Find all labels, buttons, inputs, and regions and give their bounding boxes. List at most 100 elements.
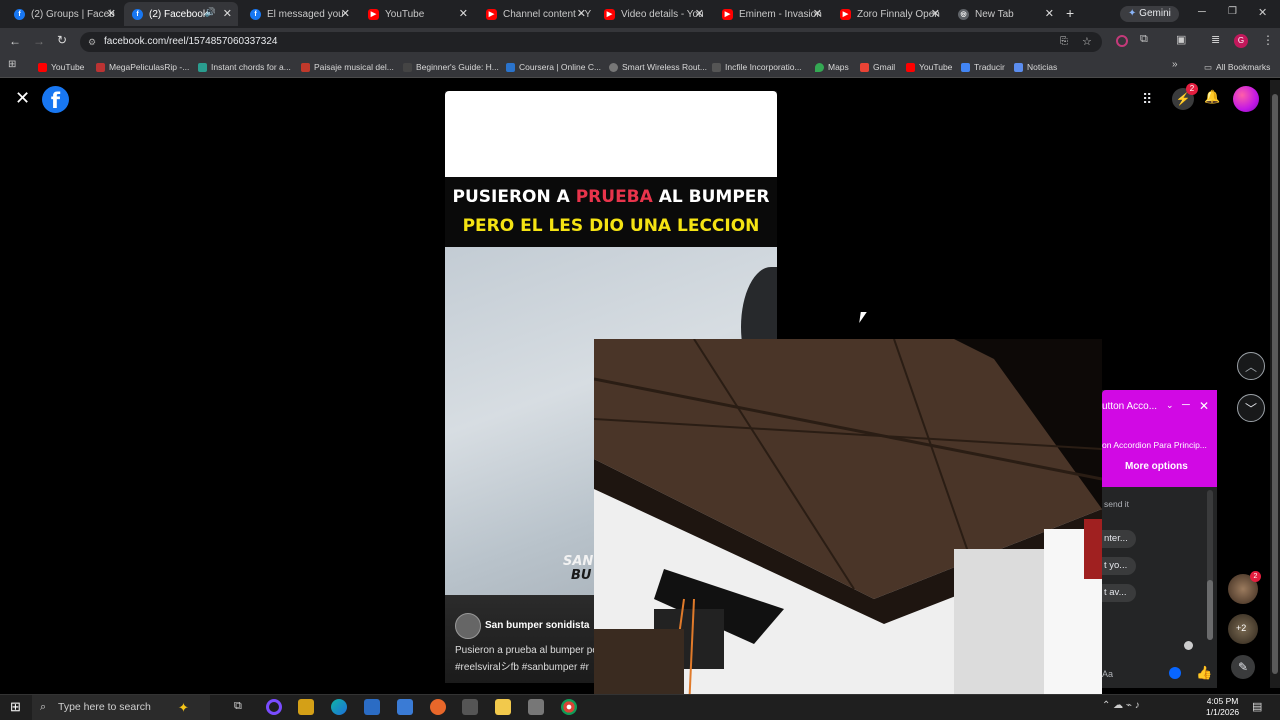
chat-title[interactable]: utton Acco...	[1102, 401, 1157, 412]
bell-icon[interactable]: 🔔	[1204, 89, 1220, 105]
bookmark-item[interactable]: Gmail	[860, 60, 895, 74]
menu-grid-icon[interactable]: ⠿	[1142, 91, 1152, 108]
all-bookmarks-button[interactable]: ▭ All Bookmarks	[1204, 60, 1270, 74]
tab-video-details[interactable]: ▶ Video details - You ✕	[596, 2, 710, 26]
bookmark-item[interactable]: YouTube	[38, 60, 84, 74]
next-reel-button[interactable]: ﹀	[1237, 394, 1265, 422]
chat-scrollbar[interactable]	[1207, 490, 1213, 640]
bookmark-item[interactable]: Beginner's Guide: H...	[403, 60, 499, 74]
close-icon[interactable]: ✕	[223, 7, 232, 20]
bookmark-item[interactable]: MegaPeliculasRip -...	[96, 60, 189, 74]
bookmark-item[interactable]: Traducir	[961, 60, 1005, 74]
window-close-button[interactable]: ✕	[1258, 6, 1267, 19]
address-bar[interactable]: ⚙ facebook.com/reel/1574857060337324 ⎘ ☆	[80, 32, 1102, 52]
close-icon[interactable]: ✕	[931, 7, 940, 20]
tab-eminem[interactable]: ▶ Eminem - Invasion ✕	[714, 2, 828, 26]
new-message-icon[interactable]: ✎	[1231, 655, 1255, 679]
previous-reel-button[interactable]: ︿	[1237, 352, 1265, 380]
app-icon[interactable]	[528, 699, 544, 715]
forward-arrow-icon[interactable]: →	[33, 34, 45, 48]
close-icon[interactable]: ✕	[107, 7, 116, 20]
tab-youtube[interactable]: ▶ YouTube ✕	[360, 2, 474, 26]
chevron-down-icon: ﹀	[1244, 401, 1257, 416]
taskbar-search[interactable]: ⌕ Type here to search ✦	[32, 695, 210, 720]
message-input[interactable]: Aa	[1102, 669, 1113, 679]
media-app-icon[interactable]	[298, 699, 314, 715]
mail-icon[interactable]	[397, 699, 413, 715]
tab-messaged[interactable]: f El messaged you ✕	[242, 2, 356, 26]
reload-icon[interactable]: ↻	[57, 33, 67, 47]
bookmark-item[interactable]: Maps	[815, 60, 849, 74]
side-panel-icon[interactable]: ▣	[1176, 33, 1186, 46]
apps-grid-icon[interactable]: ⊞	[8, 59, 16, 70]
title-part: AL BUMPER	[658, 187, 770, 207]
quick-reply[interactable]: t yo...	[1102, 557, 1136, 575]
extensions-puzzle-icon[interactable]: ⧉	[1140, 33, 1148, 46]
close-icon[interactable]: ✕	[459, 7, 468, 20]
tab-zoro[interactable]: ▶ Zoro Finnaly Open ✕	[832, 2, 946, 26]
like-icon[interactable]: 👍	[1196, 665, 1212, 681]
close-icon[interactable]: ✕	[695, 7, 704, 20]
bookmark-label: Paisaje musical del...	[314, 62, 394, 72]
chevron-down-icon[interactable]: ⌄	[1166, 400, 1174, 411]
site-info-icon[interactable]: ⚙	[88, 32, 96, 52]
windows-start-icon[interactable]: ⊞	[10, 699, 21, 715]
system-tray-icons[interactable]: ⌃ ☁ ⌁ ♪	[1102, 700, 1140, 711]
tab-facebook[interactable]: f (2) Facebook 🔊 ✕	[124, 2, 238, 26]
speaker-icon[interactable]: 🔊	[205, 7, 216, 18]
bookmark-item[interactable]: Smart Wireless Rout...	[609, 60, 707, 74]
author-avatar[interactable]	[455, 613, 481, 639]
file-explorer-icon[interactable]	[495, 699, 511, 715]
app-icon[interactable]	[364, 699, 380, 715]
chat-header[interactable]: utton Acco... ⌄ ─ ✕ on Accordion Para Pr…	[1102, 390, 1217, 487]
bookmark-item[interactable]: Coursera | Online C...	[506, 60, 601, 74]
close-chat-icon[interactable]: ✕	[1199, 399, 1209, 413]
more-options-button[interactable]: More options	[1125, 461, 1188, 472]
chevron-right-icon[interactable]: »	[1172, 59, 1178, 70]
close-icon[interactable]: ✕	[1045, 7, 1054, 20]
restore-button[interactable]: ❐	[1228, 6, 1237, 17]
minimize-button[interactable]: ─	[1198, 6, 1206, 18]
app-icon[interactable]	[430, 699, 446, 715]
task-view-icon[interactable]: ⧉	[234, 700, 242, 713]
account-avatar[interactable]	[1233, 86, 1259, 112]
quick-reply[interactable]: t av...	[1102, 584, 1136, 602]
extension-icon[interactable]	[1116, 35, 1128, 47]
author-name[interactable]: San bumper sonidista	[485, 620, 589, 631]
close-icon[interactable]: ✕	[577, 7, 586, 20]
install-icon[interactable]: ⎘	[1060, 32, 1068, 52]
new-tab-button[interactable]: +	[1066, 5, 1074, 21]
cortana-icon[interactable]	[266, 699, 282, 715]
scrollbar-thumb[interactable]	[1272, 94, 1278, 674]
close-reel-icon[interactable]: ✕	[15, 88, 30, 109]
tab-new-tab[interactable]: ◎ New Tab ✕	[950, 2, 1060, 26]
profile-avatar[interactable]: G	[1234, 34, 1248, 48]
tab-groups[interactable]: f (2) Groups | Faceb ✕	[6, 2, 122, 26]
edge-icon[interactable]	[331, 699, 347, 715]
bookmark-item[interactable]: Incfile Incorporatio...	[712, 60, 802, 74]
tab-title: (2) Groups | Faceb	[31, 8, 115, 20]
bookmark-star-icon[interactable]: ☆	[1082, 32, 1092, 52]
media-control-icon[interactable]: ≣	[1211, 33, 1220, 46]
quick-reply[interactable]: nter...	[1102, 530, 1136, 548]
facebook-logo[interactable]: f	[42, 86, 69, 113]
page-scrollbar[interactable]	[1270, 80, 1280, 688]
chat-scrollbar-thumb[interactable]	[1207, 580, 1213, 640]
browser-menu-icon[interactable]: ⋮	[1262, 33, 1274, 47]
minimize-chat-icon[interactable]: ─	[1182, 399, 1190, 411]
app-icon[interactable]	[462, 699, 478, 715]
tab-channel-content[interactable]: ▶ Channel content - Y ✕	[478, 2, 592, 26]
clock[interactable]: 4:05 PM 1/1/2026	[1206, 696, 1239, 718]
reel-hashtags[interactable]: #reelsviralシfb #sanbumper #r	[455, 658, 589, 673]
bookmark-item[interactable]: Instant chords for a...	[198, 60, 291, 74]
bookmark-item[interactable]: Noticias	[1014, 60, 1057, 74]
emoji-icon[interactable]	[1169, 667, 1181, 679]
notifications-icon[interactable]: ▤	[1252, 700, 1262, 713]
chrome-taskbar-icon[interactable]	[561, 699, 577, 715]
back-arrow-icon[interactable]: ←	[9, 34, 21, 48]
gemini-button[interactable]: ✦ Gemini	[1120, 6, 1179, 22]
close-icon[interactable]: ✕	[813, 7, 822, 20]
close-icon[interactable]: ✕	[341, 7, 350, 20]
bookmark-item[interactable]: Paisaje musical del...	[301, 60, 394, 74]
bookmark-item[interactable]: YouTube	[906, 60, 952, 74]
